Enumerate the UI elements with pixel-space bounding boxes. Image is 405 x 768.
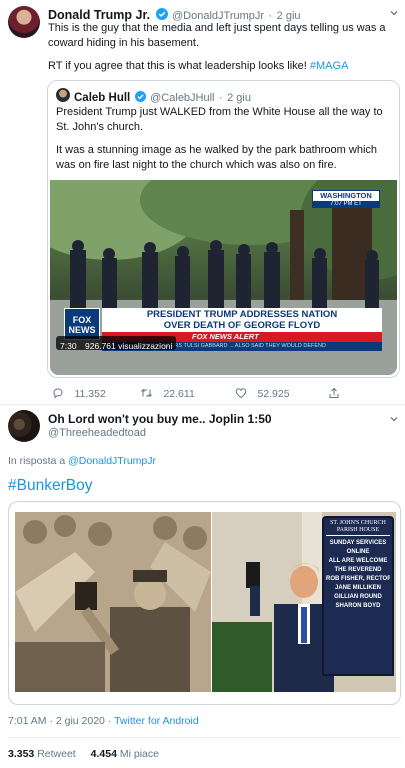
headline-line-2: OVER DEATH OF GEORGE FLOYD	[163, 320, 321, 331]
like-button[interactable]: 52.925	[235, 384, 290, 402]
reply-like-count: 4.454	[90, 748, 117, 760]
reply-retweet-stat[interactable]: 3.353 Retweet	[8, 748, 79, 760]
reply-retweet-count: 3.353	[8, 748, 35, 760]
headline-line-1: PRESIDENT TRUMP ADDRESSES NATION	[146, 309, 338, 320]
reply-count: 11.352	[74, 388, 106, 400]
embedded-video[interactable]: WASHINGTON 7:07 PM ET FOX NEWS PRESIDENT…	[50, 180, 397, 375]
quoted-tweet-card[interactable]: Caleb Hull @CalebJHull · 2 giu President…	[47, 80, 400, 378]
in-reply-handle-link[interactable]: @DonaldJTrumpJr	[68, 455, 156, 467]
reply-image-frame[interactable]: ST. JOHN'S CHURCH PARISH HOUSE SUNDAY SE…	[8, 501, 401, 705]
location-badge-text: WASHINGTON	[320, 191, 372, 200]
video-duration: 7:30	[60, 341, 77, 351]
news-headline-bar: PRESIDENT TRUMP ADDRESSES NATION OVER DE…	[102, 308, 382, 332]
tweet-text-2: RT if you agree that this is what leader…	[48, 59, 388, 74]
reply-like-label: Mi piace	[119, 748, 159, 760]
retweet-icon	[141, 388, 152, 398]
in-reply-prefix: In risposta a	[8, 455, 66, 467]
quoted-verified-badge-icon	[134, 91, 146, 102]
like-count: 52.925	[257, 388, 290, 400]
reply-like-stat[interactable]: 4.454 Mi piace	[91, 748, 159, 760]
reply-icon	[53, 388, 63, 399]
retweet-button[interactable]: 22.611	[140, 384, 195, 402]
reply-stats-row: 3.353 Retweet 4.454 Mi piace	[8, 748, 159, 760]
quoted-author-handle: @CalebJHull	[150, 92, 215, 104]
church-sign-title: ST. JOHN'S CHURCH PARISH HOUSE	[326, 520, 390, 536]
quoted-author-avatar	[56, 88, 70, 102]
quoted-text-1: President Trump just WALKED from the Whi…	[56, 106, 383, 133]
tweet-divider	[0, 404, 405, 405]
church-sign-line: THE REVEREND	[334, 567, 382, 573]
author-name[interactable]: Donald Trump Jr.	[48, 8, 150, 22]
church-sign-line: GILLIAN ROUND	[334, 594, 382, 600]
reply-author-name[interactable]: Oh Lord won't you buy me.. Joplin 1:50	[48, 412, 272, 426]
author-avatar[interactable]	[8, 6, 40, 38]
bunkerboy-hashtag[interactable]: #BunkerBoy	[8, 477, 92, 495]
location-badge: WASHINGTON 7:07 PM ET	[312, 190, 380, 208]
church-sign-line: ROB FISHER, RECTOR	[326, 576, 390, 582]
hashtag-link[interactable]: #MAGA	[310, 60, 349, 72]
reply-retweet-label: Retweet	[37, 748, 76, 760]
church-sign-line: JANE MILLIKEN	[334, 585, 381, 591]
left-historical-photo	[15, 512, 211, 692]
time-badge-text: 7:07 PM ET	[313, 201, 379, 208]
caret-down-icon[interactable]	[388, 6, 400, 18]
church-sign-line: SHARON BOYD	[335, 603, 381, 609]
tweet-action-bar: 11.352 22.611 52.925	[48, 384, 368, 400]
reply-author-handle[interactable]: @Threeheadedtoad	[48, 427, 146, 439]
tweet-text-2-prefix: RT if you agree that this is what leader…	[48, 60, 307, 72]
retweet-count: 22.611	[163, 388, 195, 400]
in-reply-to: In risposta a @DonaldJTrumpJr	[8, 455, 156, 467]
church-sign-lines: SUNDAY SERVICES ONLINE ALL ARE WELCOME THE …	[326, 539, 390, 611]
reply-footer-divider	[8, 737, 401, 738]
reply-client-link[interactable]: Twitter for Android	[114, 715, 199, 727]
reply-timestamp[interactable]: 7:01 AM · 2 giu 2020 ·	[8, 715, 111, 727]
quoted-separator-dot: ·	[218, 92, 223, 104]
church-sign-line: SUNDAY SERVICES	[329, 540, 387, 546]
video-views: 926.761 visualizzazioni	[85, 341, 173, 351]
reply-timestamp-row: 7:01 AM · 2 giu 2020 · Twitter for Andro…	[8, 715, 199, 727]
reply-author-avatar[interactable]	[8, 410, 40, 442]
quoted-text-2: It was a stunning image as he walked by …	[56, 144, 378, 171]
quoted-date: 2 giu	[227, 92, 251, 104]
share-icon	[329, 387, 339, 398]
reply-caret-down-icon[interactable]	[388, 412, 400, 424]
church-sign: ST. JOHN'S CHURCH PARISH HOUSE SUNDAY SE…	[322, 516, 394, 676]
church-sign-line: ONLINE	[346, 549, 370, 555]
tweet-text-1: This is the guy that the media and left …	[48, 22, 386, 49]
reply-button[interactable]: 11.352	[52, 384, 106, 402]
verified-badge-icon	[155, 8, 168, 20]
quoted-author-name: Caleb Hull	[74, 92, 131, 104]
fox-news-logo-text: FOX NEWS	[68, 315, 96, 335]
quoted-header: Caleb Hull @CalebJHull · 2 giu	[74, 88, 251, 106]
heart-icon	[235, 388, 247, 399]
church-sign-line: ALL ARE WELCOME	[328, 558, 388, 564]
video-duration-badge: 7:30 926.761 visualizzazioni	[56, 336, 177, 351]
share-button[interactable]	[328, 384, 340, 402]
